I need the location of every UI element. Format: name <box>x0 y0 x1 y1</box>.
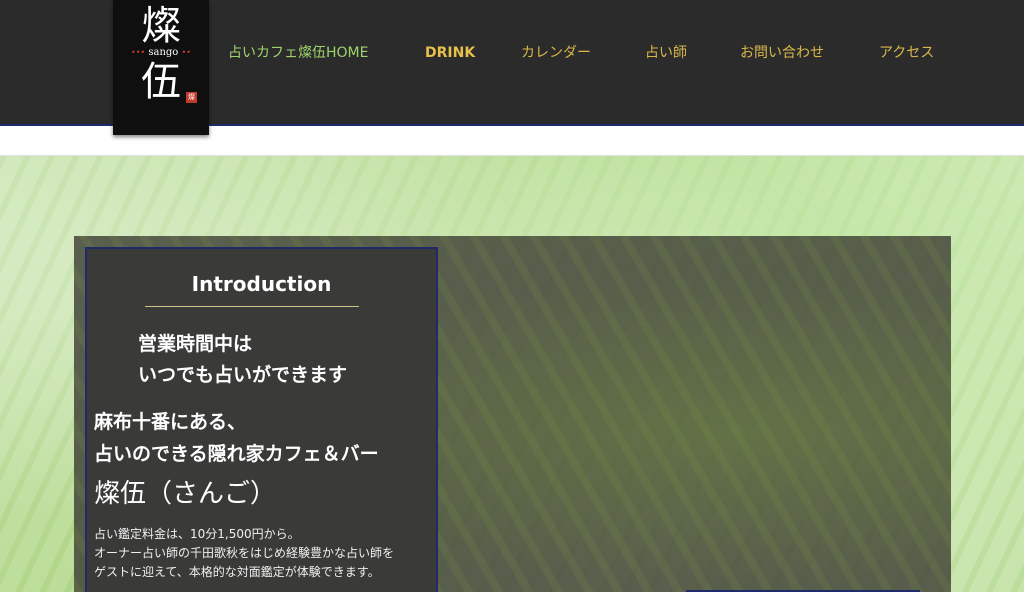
nav-item-access[interactable]: アクセス <box>879 43 934 63</box>
nav-item-calendar[interactable]: カレンダー <box>521 43 591 63</box>
logo-romaji: ••• sango •• <box>131 47 191 58</box>
brand-name: 燦伍（さんご） <box>94 479 277 509</box>
desc-line-2: オーナー占い師の千田歌秋をはじめ経験豊かな占い師を <box>94 546 395 560</box>
introduction-heading: Introduction <box>191 272 332 296</box>
heading-underline <box>145 306 359 307</box>
site-header: 燦 ••• sango •• 伍 燦 占いカフェ燦伍HOME DRINK カレン… <box>0 0 1024 135</box>
tagline-line-1: 麻布十番にある、 <box>94 411 247 433</box>
logo-romaji-text: sango <box>148 47 179 58</box>
tagline: 麻布十番にある、 占いのできる隠れ家カフェ＆バー <box>94 406 379 470</box>
desc-line-3: ゲストに迎えて、本格的な対面鑑定が体験できます。 <box>94 565 380 579</box>
desc-line-1: 占い鑑定料金は、10分1,500円から。 <box>94 527 300 541</box>
logo-kanji-top: 燦 <box>141 3 181 49</box>
business-hours-text: 営業時間中は いつでも占いができます <box>138 329 347 391</box>
nav-item-home[interactable]: 占いカフェ燦伍HOME <box>228 43 368 63</box>
description-text: 占い鑑定料金は、10分1,500円から。 オーナー占い師の千田歌秋をはじめ経験豊… <box>94 525 434 582</box>
logo-seal: 燦 <box>186 92 197 103</box>
hours-line-1: 営業時間中は <box>138 333 253 355</box>
nav-item-fortune-tellers[interactable]: 占い師 <box>645 43 687 63</box>
site-logo[interactable]: 燦 ••• sango •• 伍 燦 <box>113 0 209 135</box>
nav-item-contact[interactable]: お問い合わせ <box>740 43 824 63</box>
introduction-box: Introduction 営業時間中は いつでも占いができます 麻布十番にある、… <box>85 247 438 592</box>
tagline-line-2: 占いのできる隠れ家カフェ＆バー <box>94 443 379 465</box>
nav-item-drink[interactable]: DRINK <box>425 43 475 63</box>
hours-line-2: いつでも占いができます <box>138 364 348 386</box>
